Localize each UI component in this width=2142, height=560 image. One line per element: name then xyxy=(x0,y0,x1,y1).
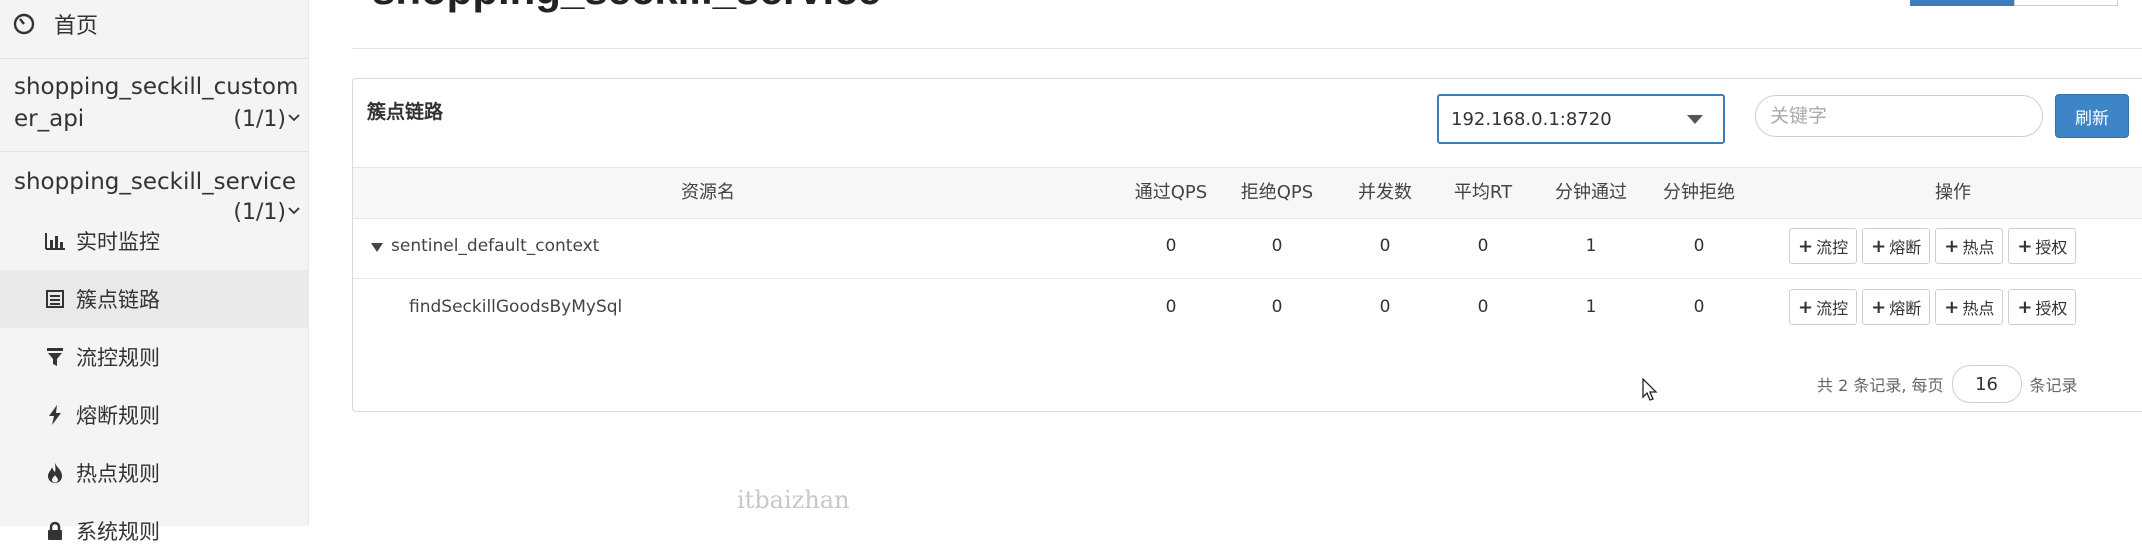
resource-name: sentinel_default_context xyxy=(391,236,600,256)
add-authority-rule-button[interactable]: + 授权 xyxy=(2008,228,2077,264)
cell-block-qps: 0 xyxy=(1271,236,1283,256)
sidebar-item-cluster-link[interactable]: 簇点链路 xyxy=(0,270,308,328)
table-row: sentinel_default_context 0 0 0 0 1 0 + 流控… xyxy=(353,218,2142,279)
cell-minute-pass: 1 xyxy=(1585,297,1597,317)
cell-minute-block: 0 xyxy=(1693,236,1705,256)
plus-icon: + xyxy=(1798,235,1814,257)
column-header-minute-pass: 分钟通过 xyxy=(1555,182,1627,203)
cell-block-qps: 0 xyxy=(1271,297,1283,317)
mouse-cursor-icon xyxy=(1642,377,1658,406)
table-row: findSeckillGoodsByMySql 0 0 0 0 1 0 + 流控 … xyxy=(353,279,2142,339)
cell-avg-rt: 0 xyxy=(1477,236,1489,256)
sidebar-item-label: 热点规则 xyxy=(76,462,160,486)
button-label: 熔断 xyxy=(1889,238,1922,257)
sidebar-item-label: 熔断规则 xyxy=(76,404,160,428)
cell-minute-block: 0 xyxy=(1693,297,1705,317)
sidebar-item-hotspot-rules[interactable]: 热点规则 xyxy=(0,444,308,502)
plus-icon: + xyxy=(1798,296,1814,318)
plus-icon: + xyxy=(2017,235,2033,257)
sidebar-item-system-rules[interactable]: 系统规则 xyxy=(0,502,308,560)
button-label: 热点 xyxy=(1962,238,1995,257)
page-title: shopping_seckill_service xyxy=(372,0,881,14)
list-icon xyxy=(44,288,66,310)
refresh-button[interactable]: 刷新 xyxy=(2055,94,2129,138)
app-name: shopping_seckill_service xyxy=(14,169,297,195)
sidebar-item-label: 系统规则 xyxy=(76,520,160,544)
cell-avg-rt: 0 xyxy=(1477,297,1489,317)
app-health-count: (1/1) xyxy=(233,107,286,132)
filter-icon xyxy=(44,346,66,368)
sidebar-item-label: 簇点链路 xyxy=(76,288,160,312)
column-header-actions: 操作 xyxy=(1935,182,1971,203)
button-label: 流控 xyxy=(1816,238,1849,257)
column-header-avg-rt: 平均RT xyxy=(1453,182,1513,203)
sidebar: 首页 shopping_seckill_custom er_api (1/1) … xyxy=(0,0,309,544)
bar-chart-icon xyxy=(44,230,66,252)
column-header-block-qps: 拒绝QPS xyxy=(1240,182,1314,203)
dashboard-icon xyxy=(12,12,36,36)
cluster-link-panel: 簇点链路 192.168.0.1:8720 刷新 资源名 通过QPS 拒绝QPS… xyxy=(352,78,2142,412)
add-flow-rule-button[interactable]: + 流控 xyxy=(1789,289,1858,325)
sidebar-item-realtime-monitor[interactable]: 实时监控 xyxy=(0,212,308,270)
add-degrade-rule-button[interactable]: + 熔断 xyxy=(1862,289,1931,325)
app-item-customer-api[interactable]: shopping_seckill_custom er_api (1/1) xyxy=(0,58,308,151)
sidebar-item-label: 首页 xyxy=(54,14,99,39)
header-button-group xyxy=(1910,0,2120,6)
sidebar-item-degrade-rules[interactable]: 熔断规则 xyxy=(0,386,308,444)
cell-concurrency: 0 xyxy=(1379,236,1391,256)
add-degrade-rule-button[interactable]: + 熔断 xyxy=(1862,228,1931,264)
cell-pass-qps: 0 xyxy=(1165,297,1177,317)
watermark: itbaizhan xyxy=(737,486,850,514)
row-actions: + 流控 + 熔断 + 热点 + 授权 xyxy=(1789,228,2077,264)
add-flow-rule-button[interactable]: + 流控 xyxy=(1789,228,1858,264)
pagination: 共 2 条记录, 每页 16 条记录 xyxy=(1817,365,2078,403)
bolt-icon xyxy=(44,404,66,426)
button-label: 熔断 xyxy=(1889,299,1922,318)
cell-minute-pass: 1 xyxy=(1585,236,1597,256)
app-name-continued: er_api xyxy=(14,106,85,132)
button-label: 热点 xyxy=(1962,299,1995,318)
page-size-input[interactable]: 16 xyxy=(1951,365,2022,403)
sidebar-item-flow-rules[interactable]: 流控规则 xyxy=(0,328,308,386)
sidebar-item-label: 实时监控 xyxy=(76,230,160,254)
table-header: 资源名 通过QPS 拒绝QPS 并发数 平均RT 分钟通过 分钟拒绝 操作 xyxy=(353,167,2142,219)
column-header-minute-block: 分钟拒绝 xyxy=(1663,182,1735,203)
machine-select-value: 192.168.0.1:8720 xyxy=(1451,108,1612,130)
cell-pass-qps: 0 xyxy=(1165,236,1177,256)
sidebar-item-label: 流控规则 xyxy=(76,346,160,370)
plus-icon: + xyxy=(1871,296,1887,318)
add-authority-rule-button[interactable]: + 授权 xyxy=(2008,289,2077,325)
header-primary-button[interactable] xyxy=(1910,0,2014,6)
resource-name: findSeckillGoodsByMySql xyxy=(409,297,623,317)
column-header-resource: 资源名 xyxy=(681,182,735,203)
row-actions: + 流控 + 熔断 + 热点 + 授权 xyxy=(1789,289,2077,325)
keyword-search-input[interactable] xyxy=(1755,95,2043,137)
machine-select[interactable]: 192.168.0.1:8720 xyxy=(1437,94,1725,144)
lock-icon xyxy=(44,520,66,542)
pagination-total: 共 2 条记录, 每页 xyxy=(1817,376,1944,395)
tree-collapse-icon[interactable] xyxy=(371,243,383,252)
caret-down-icon xyxy=(1687,115,1703,124)
cell-concurrency: 0 xyxy=(1379,297,1391,317)
plus-icon: + xyxy=(1944,235,1960,257)
plus-icon: + xyxy=(1871,235,1887,257)
plus-icon: + xyxy=(2017,296,2033,318)
pagination-suffix: 条记录 xyxy=(2029,376,2078,395)
button-label: 授权 xyxy=(2035,238,2068,257)
fire-icon xyxy=(44,462,66,484)
column-header-concurrency: 并发数 xyxy=(1358,182,1412,203)
chevron-down-icon xyxy=(288,109,300,128)
header-divider xyxy=(352,48,2142,49)
app-name: shopping_seckill_custom xyxy=(14,74,299,100)
add-hotspot-rule-button[interactable]: + 热点 xyxy=(1935,289,2004,325)
panel-title: 簇点链路 xyxy=(367,101,444,123)
header-secondary-button[interactable] xyxy=(2014,0,2118,6)
button-label: 授权 xyxy=(2035,299,2068,318)
sidebar-item-home[interactable]: 首页 xyxy=(12,8,98,40)
column-header-pass-qps: 通过QPS xyxy=(1134,182,1208,203)
button-label: 流控 xyxy=(1816,299,1849,318)
add-hotspot-rule-button[interactable]: + 热点 xyxy=(1935,228,2004,264)
plus-icon: + xyxy=(1944,296,1960,318)
